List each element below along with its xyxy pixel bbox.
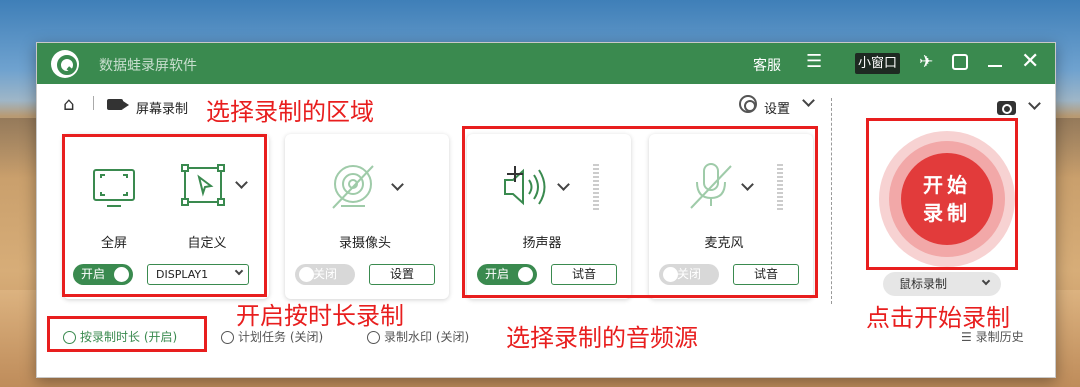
annotation-start: 点击开始录制 — [866, 304, 1010, 332]
webcam-icon[interactable] — [329, 162, 379, 212]
annotation-duration: 开启按时长录制 — [236, 302, 404, 330]
pin-icon[interactable]: ✈ — [919, 52, 933, 72]
app-title: 数据蛙录屏软件 — [99, 58, 197, 74]
annotation-audio-source: 选择录制的音频源 — [506, 324, 698, 352]
camera-label: 录摄像头 — [338, 236, 391, 251]
divider — [831, 98, 832, 304]
video-camera-icon — [107, 99, 129, 110]
annotation-box-record — [866, 118, 1018, 270]
settings-label[interactable]: 设置 — [764, 98, 790, 117]
restore-icon[interactable] — [952, 54, 968, 70]
settings-icon[interactable] — [739, 95, 757, 113]
camera-card: 录摄像头 关闭 设置 — [285, 134, 449, 299]
app-logo-icon — [51, 50, 79, 78]
service-button[interactable]: 客服 — [753, 55, 781, 75]
breadcrumb-separator — [93, 96, 94, 110]
screenshot-camera-icon[interactable] — [997, 101, 1016, 115]
annotation-select-area: 选择录制的区域 — [206, 98, 374, 126]
breadcrumb-label: 屏幕录制 — [136, 102, 189, 117]
mini-window-button[interactable]: 小窗口 — [855, 53, 901, 74]
close-icon[interactable]: ✕ — [1021, 50, 1039, 74]
camera-toggle-label: 关闭 — [313, 267, 338, 281]
alarm-icon — [221, 331, 234, 344]
settings-chevron-down-icon[interactable] — [802, 94, 815, 107]
schedule-label: 计划任务 (关闭) — [238, 330, 324, 344]
home-icon[interactable]: ⌂ — [63, 94, 74, 115]
mouse-record-dropdown[interactable]: 鼠标录制 — [883, 272, 1001, 296]
camera-settings-button[interactable]: 设置 — [369, 264, 435, 285]
camera-toggle[interactable]: 关闭 — [295, 264, 355, 285]
annotation-box-audio — [462, 126, 818, 298]
watermark-label: 录制水印 (关闭) — [384, 330, 470, 344]
mouse-record-chevron-down-icon — [981, 276, 991, 286]
title-bar: 数据蛙录屏软件 客服 ☰ 小窗口 ✈ ✕ — [37, 43, 1055, 84]
annotation-box-area — [62, 134, 267, 297]
minimize-icon[interactable] — [988, 65, 1002, 67]
annotation-box-duration — [47, 316, 207, 352]
menu-icon[interactable]: ☰ — [806, 53, 822, 71]
mouse-record-label: 鼠标录制 — [899, 277, 948, 291]
watermark-icon — [367, 331, 380, 344]
camera-chevron-down-icon[interactable] — [391, 178, 404, 191]
screenshot-chevron-down-icon[interactable] — [1028, 97, 1041, 110]
